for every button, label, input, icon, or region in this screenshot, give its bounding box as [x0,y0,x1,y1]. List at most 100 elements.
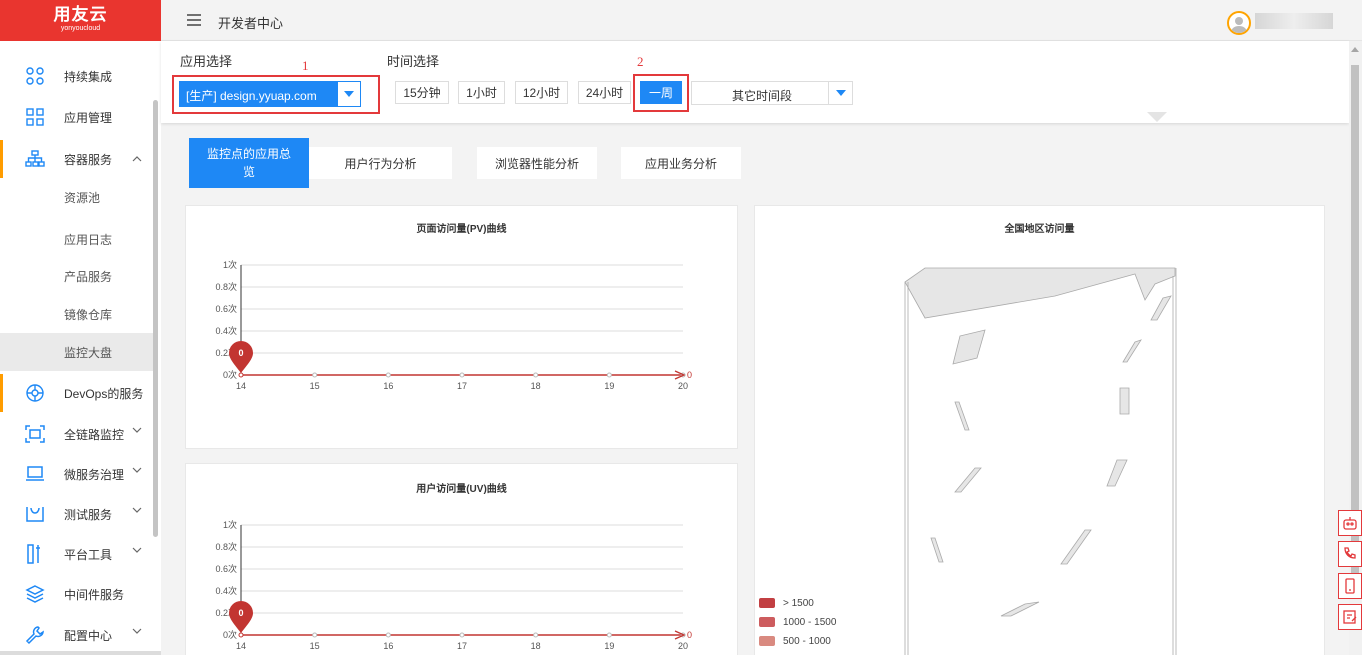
time-1week-button[interactable]: 一周 [640,81,682,104]
ring-icon [24,382,46,404]
chart-title: 页面访问量(PV)曲线 [416,224,507,235]
mobile-button[interactable] [1338,573,1362,599]
sidebar-item-test-service[interactable]: 测试服务 [0,495,158,533]
x-tick-label: 18 [531,641,541,651]
chevron-down-icon[interactable] [132,626,142,636]
laptop-icon [24,463,46,485]
chevron-down-icon[interactable] [132,505,142,515]
map-legend-item-2[interactable]: 1000 - 1500 [759,616,836,628]
time-15min-button[interactable]: 15分钟 [395,81,449,104]
chevron-down-icon[interactable] [132,425,142,435]
sidebar-item-middleware[interactable]: 中间件服务 [0,575,158,613]
sidebar-item-container-service[interactable]: 容器服务 [0,140,158,178]
data-point [459,632,465,638]
brand-name: 用友云 [53,5,108,24]
legend-label: > 1500 [783,597,814,609]
tab-user-behavior[interactable]: 用户行为分析 [309,147,452,179]
map-region-d [1119,387,1130,415]
data-point [312,372,318,378]
last-value-label: 0 [687,630,692,640]
sidebar-item-label: 平台工具 [64,547,113,562]
tab-app-business[interactable]: 应用业务分析 [621,147,741,179]
map-region-e [954,401,970,431]
chevron-up-icon[interactable] [132,154,142,164]
y-tick-label: 0.8次 [215,281,237,292]
sidebar-item-ci[interactable]: 持续集成 [0,57,158,95]
map-legend-item-1[interactable]: > 1500 [759,597,814,609]
time-select-label: 时间选择 [387,54,440,69]
y-tick-label: 0.6次 [215,303,237,314]
page-title: 开发者中心 [218,16,284,31]
monitor-frame-icon [24,423,46,445]
data-point [238,372,244,378]
data-point [533,632,539,638]
sidebar-item-label: 持续集成 [64,69,113,84]
sidebar-item-full-link-monitor[interactable]: 全链路监控 [0,415,158,453]
sidebar-sub-label: 应用日志 [64,232,113,247]
china-region-map[interactable] [755,206,1326,655]
grid-icon [24,106,46,128]
x-tick-label: 18 [531,381,541,391]
highlight-marker-2: 2 [637,54,644,69]
sidebar-sub-monitor-dashboard[interactable]: 监控大盘 [0,333,158,371]
y-tick-label: 0次 [223,369,237,380]
uv-chart-card: 用户访问量(UV)曲线 1次 0.8次 0.6次 0.4次 0.2次 0次 14 15 16 17… [185,463,738,655]
robot-button[interactable] [1338,510,1362,536]
user-icon [1231,17,1247,33]
sidebar-item-label: 测试服务 [64,507,113,522]
sidebar-sub-label: 监控大盘 [64,345,113,360]
layers-icon [24,583,46,605]
sidebar-item-config-center[interactable]: 配置中心 [0,616,158,654]
data-point [606,372,612,378]
sidebar-sub-product-service[interactable]: 产品服务 [0,257,158,295]
app-select-value: [生产] design.yyuap.com [186,89,317,103]
time-12h-button[interactable]: 12小时 [515,81,568,104]
chevron-down-icon[interactable] [132,465,142,475]
sidebar-item-label: 全链路监控 [64,427,125,442]
scroll-thumb[interactable] [1351,65,1359,585]
sidebar-sub-image-registry[interactable]: 镜像仓库 [0,295,158,333]
y-tick-label: 0.4次 [215,585,237,596]
avatar[interactable] [1227,11,1251,35]
x-tick-label: 19 [604,381,614,391]
app-select-label: 应用选择 [180,54,233,69]
other-period-select[interactable]: 其它时间段 [691,81,853,105]
phone-button[interactable] [1338,541,1362,567]
sidebar-item-devops[interactable]: DevOps的服务 [0,374,158,412]
map-region-c [1122,339,1142,363]
sidebar-item-label: 配置中心 [64,628,113,643]
scroll-up-arrow[interactable] [1351,47,1359,52]
chevron-down-icon[interactable] [828,82,852,104]
sidebar-item-app-management[interactable]: 应用管理 [0,98,158,136]
menu-icon[interactable] [187,14,201,26]
mobile-icon [1345,578,1355,594]
x-tick-label: 19 [604,641,614,651]
feedback-button[interactable] [1338,604,1362,630]
x-tick-label: 17 [457,381,467,391]
brand-logo[interactable]: 用友云 yonyoucloud [0,0,161,41]
username-blurred[interactable] [1255,13,1333,29]
sidebar-sub-resource-pool[interactable]: 资源池 [0,178,158,216]
data-point [385,632,391,638]
app-select[interactable]: [生产] design.yyuap.com [179,81,361,107]
x-tick-label: 17 [457,641,467,651]
sidebar-scrollbar[interactable] [153,100,158,537]
sitemap-icon [24,148,46,170]
sidebar-item-label: 容器服务 [64,152,113,167]
tab-browser-performance[interactable]: 浏览器性能分析 [477,147,597,179]
time-24h-button[interactable]: 24小时 [578,81,631,104]
time-1h-button[interactable]: 1小时 [458,81,505,104]
brand-sub: yonyoucloud [60,25,101,32]
sidebar-item-microservice[interactable]: 微服务治理 [0,455,158,493]
sidebar-item-label: DevOps的服务 [64,386,144,401]
map-legend-item-3[interactable]: 500 - 1000 [759,635,831,647]
tools-icon [24,543,46,565]
y-tick-label: 0.6次 [215,563,237,574]
chevron-down-icon[interactable] [132,545,142,555]
chevron-down-icon[interactable] [338,82,360,106]
data-point [459,372,465,378]
sidebar-sub-app-log[interactable]: 应用日志 [0,220,158,258]
sidebar-sub-label: 产品服务 [64,269,113,284]
sidebar-item-platform-tools[interactable]: 平台工具 [0,535,158,573]
tab-app-overview[interactable]: 监控点的应用总览 [189,138,309,188]
